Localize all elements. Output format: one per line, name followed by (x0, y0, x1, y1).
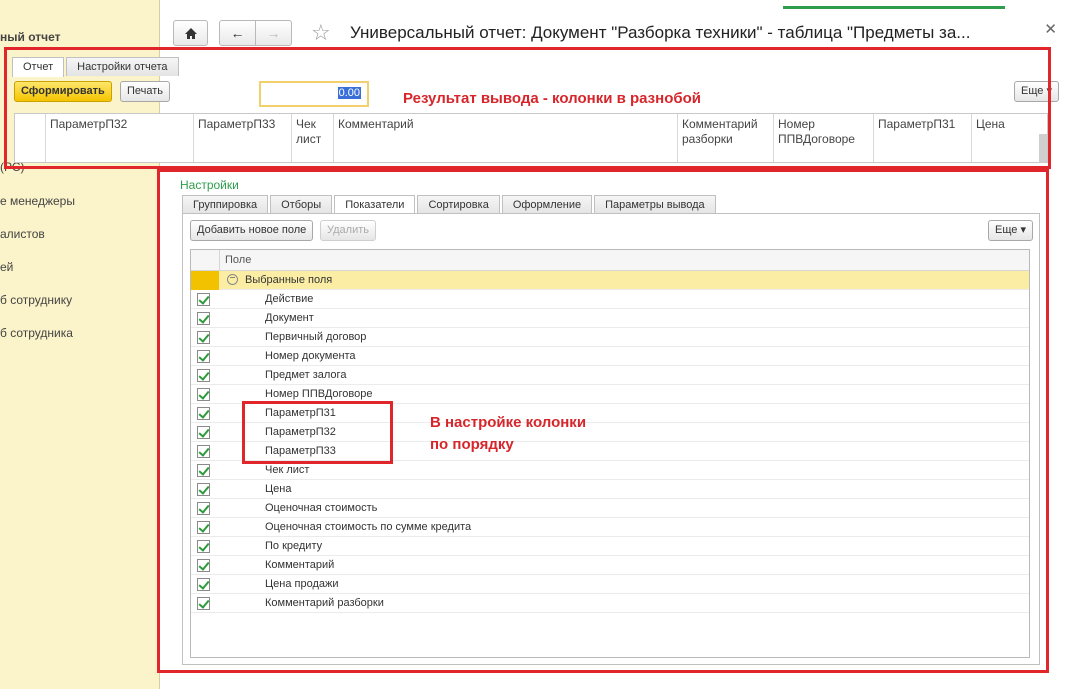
annotation-result: Результат вывода - колонки в разнобой (403, 90, 702, 107)
star-icon[interactable]: ☆ (311, 20, 331, 46)
home-icon (184, 27, 197, 39)
annotation-box-settings (157, 169, 1049, 673)
back-button[interactable]: ← (219, 20, 256, 46)
close-icon[interactable]: ✕ (1044, 20, 1057, 38)
forward-button[interactable]: → (255, 20, 292, 46)
active-tab-indicator (783, 6, 1005, 9)
window-header: ← → ☆ Универсальный отчет: Документ "Раз… (160, 0, 1071, 48)
arrow-left-icon: ← (230, 25, 245, 41)
arrow-right-icon: → (266, 25, 281, 41)
annotation-box-result (4, 47, 1051, 169)
sidebar-item[interactable]: ей (0, 260, 13, 274)
sidebar-item[interactable]: б сотруднику (0, 293, 72, 307)
home-button[interactable] (173, 20, 208, 46)
sidebar-item[interactable]: б сотрудника (0, 326, 73, 340)
sidebar-item[interactable]: алистов (0, 227, 45, 241)
window-title: Универсальный отчет: Документ "Разборка … (350, 23, 971, 42)
sidebar-item[interactable]: е менеджеры (0, 194, 75, 208)
sidebar-title: ный отчет (0, 30, 61, 44)
